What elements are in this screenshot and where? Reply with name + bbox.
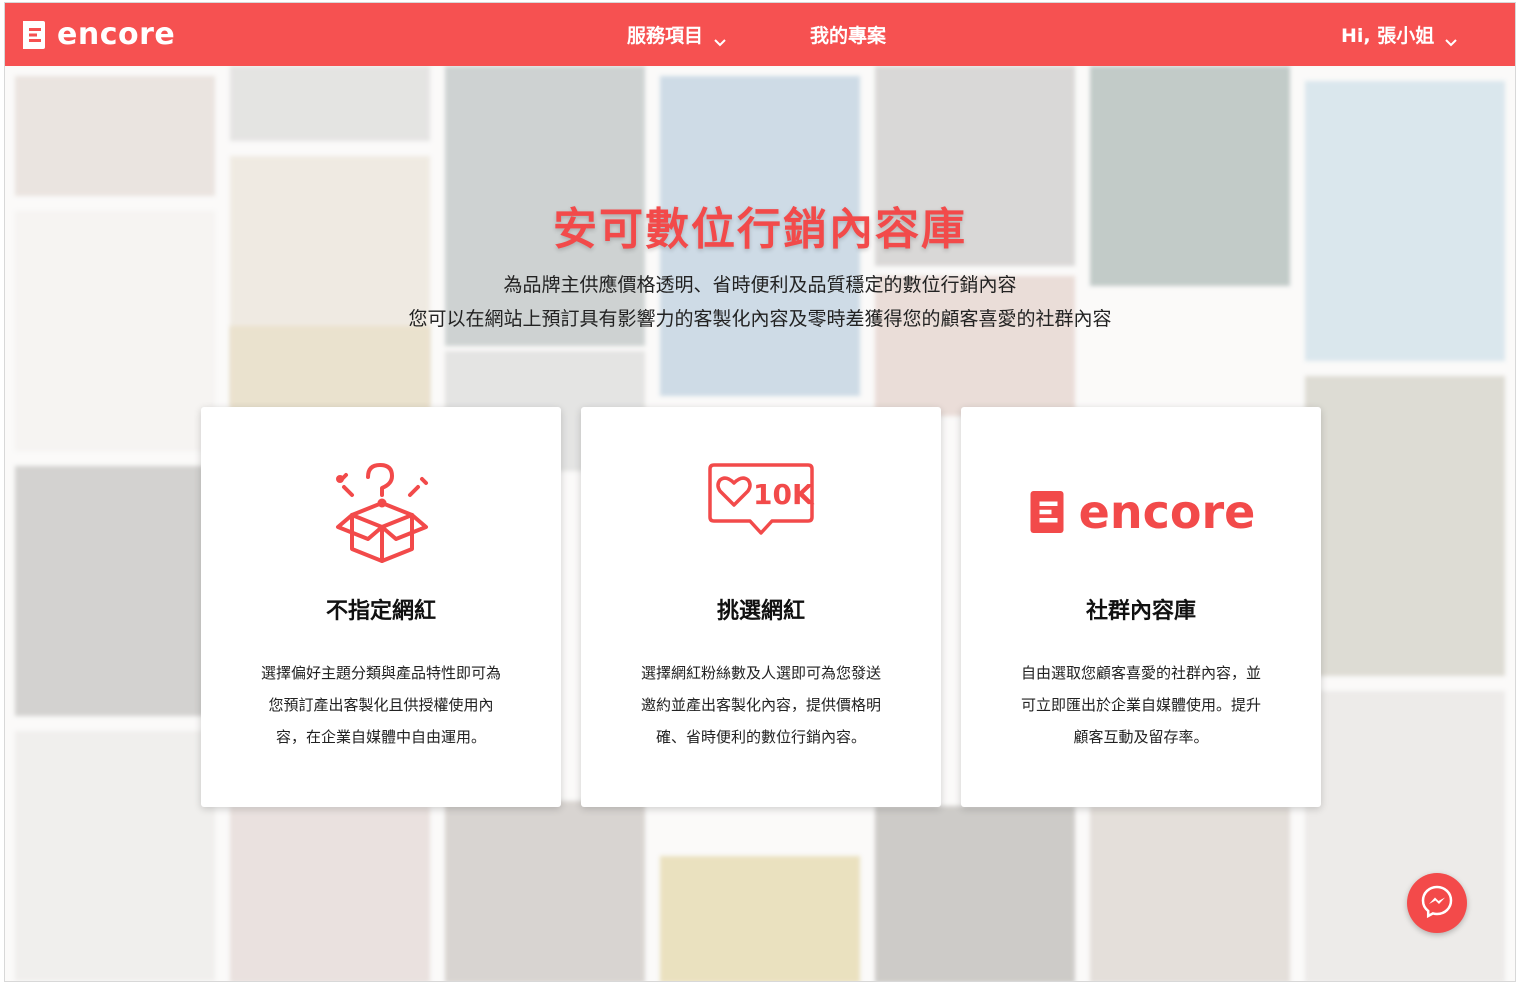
encore-logo-text: encore bbox=[1078, 485, 1256, 539]
nav-services-label: 服務項目 bbox=[627, 25, 704, 47]
encore-logo-icon bbox=[21, 19, 47, 51]
card-description: 自由選取您顧客喜愛的社群內容，並可立即匯出於企業自媒體使用。提升顧客互動及留存率… bbox=[1021, 664, 1262, 746]
card-title: 挑選網紅 bbox=[716, 599, 805, 624]
nav-my-projects[interactable]: 我的專案 bbox=[810, 3, 886, 66]
encore-logo-icon: encore bbox=[961, 457, 1321, 567]
service-card-content-library[interactable]: encore 社群內容庫 自由選取您顧客喜愛的社群內容，並可立即匯出於企業自媒體… bbox=[961, 407, 1321, 807]
likes-10k-icon: 10K bbox=[581, 457, 941, 567]
user-account-menu[interactable]: Hi, 張小姐 bbox=[1341, 3, 1458, 66]
user-greeting: Hi, 張小姐 bbox=[1341, 25, 1435, 47]
messenger-chat-button[interactable] bbox=[1407, 873, 1467, 933]
top-navigation-bar: encore 服務項目 我的專案 Hi, 張小姐 bbox=[5, 3, 1515, 66]
hero-title: 安可數位行銷內容庫 bbox=[553, 204, 967, 255]
brand-logo[interactable]: encore bbox=[21, 17, 175, 53]
service-card-pick-influencer[interactable]: 10K 挑選網紅 選擇網紅粉絲數及人選即可為您發送邀約並產出客製化內容，提供價格… bbox=[581, 407, 941, 807]
nav-projects-label: 我的專案 bbox=[810, 25, 887, 47]
brand-name: encore bbox=[57, 17, 176, 52]
hero-subtitle-line2: 您可以在網站上預訂具有影響力的客製化內容及零時差獲得您的顧客喜愛的社群內容 bbox=[408, 308, 1112, 330]
chevron-down-icon bbox=[713, 30, 727, 46]
card-description: 選擇偏好主題分類與產品特性即可為您預訂產出客製化且供授權使用內容，在企業自媒體中… bbox=[261, 664, 502, 746]
hero-subtitle-line1: 為品牌主供應價格透明、省時便利及品質穩定的數位行銷內容 bbox=[503, 274, 1017, 296]
likes-count-text: 10K bbox=[753, 478, 815, 511]
chevron-down-icon bbox=[1444, 30, 1458, 46]
service-card-no-influencer[interactable]: 不指定網紅 選擇偏好主題分類與產品特性即可為您預訂產出客製化且供授權使用內容，在… bbox=[201, 407, 561, 807]
card-title: 社群內容庫 bbox=[1085, 599, 1196, 624]
messenger-icon bbox=[1420, 884, 1454, 922]
card-description: 選擇網紅粉絲數及人選即可為您發送邀約並產出客製化內容，提供價格明確、省時便利的數… bbox=[641, 664, 882, 746]
app-window: encore 服務項目 我的專案 Hi, 張小姐 安可數位行銷內容庫 為品牌主供… bbox=[4, 2, 1516, 982]
card-title: 不指定網紅 bbox=[325, 599, 436, 624]
mystery-box-icon bbox=[201, 457, 561, 567]
nav-services-menu[interactable]: 服務項目 bbox=[627, 3, 727, 66]
